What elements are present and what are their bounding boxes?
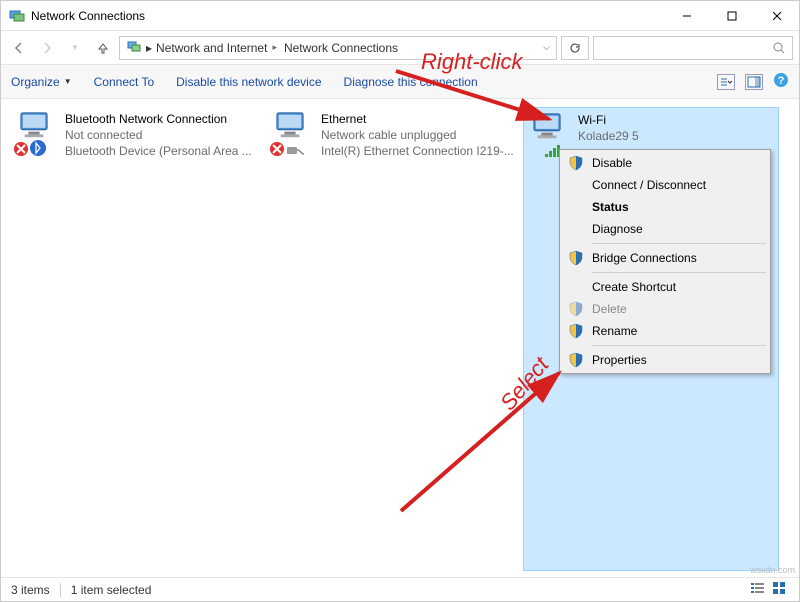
chevron-icon: ▸	[146, 41, 152, 55]
connection-name: Wi-Fi	[578, 112, 639, 128]
recent-dropdown[interactable]: ▾	[63, 36, 87, 60]
item-count: 3 items	[11, 583, 50, 597]
minimize-button[interactable]	[664, 1, 709, 30]
preview-pane-button[interactable]	[745, 74, 763, 90]
shield-icon	[568, 155, 584, 171]
close-button[interactable]	[754, 1, 799, 30]
ctx-delete: Delete	[562, 298, 768, 320]
diagnose-button[interactable]: Diagnose this connection	[344, 75, 478, 89]
address-bar: ▾ ▸ Network and Internet▸ Network Connec…	[1, 31, 799, 65]
connection-status: Kolade29 5	[578, 128, 639, 144]
connection-name: Bluetooth Network Connection	[65, 111, 252, 127]
ctx-bridge[interactable]: Bridge Connections	[562, 247, 768, 269]
ctx-properties[interactable]: Properties	[562, 349, 768, 371]
breadcrumb-segment[interactable]: Network Connections	[284, 41, 398, 55]
bluetooth-adapter-icon	[15, 111, 59, 155]
shield-icon	[568, 250, 584, 266]
breadcrumb[interactable]: ▸ Network and Internet▸ Network Connecti…	[119, 36, 557, 60]
svg-text:?: ?	[778, 75, 785, 87]
connection-device: Bluetooth Device (Personal Area ...	[65, 143, 252, 159]
ctx-create-shortcut[interactable]: Create Shortcut	[562, 276, 768, 298]
connection-device: Intel(R) Ethernet Connection I219-...	[321, 143, 514, 159]
command-bar: Organize▼ Connect To Disable this networ…	[1, 65, 799, 99]
details-view-button[interactable]	[749, 580, 767, 599]
shield-icon	[568, 323, 584, 339]
maximize-button[interactable]	[709, 1, 754, 30]
connection-name: Ethernet	[321, 111, 514, 127]
ctx-rename[interactable]: Rename	[562, 320, 768, 342]
app-icon	[9, 8, 25, 24]
search-input[interactable]	[593, 36, 793, 60]
selection-count: 1 item selected	[71, 583, 152, 597]
separator	[592, 272, 766, 273]
ctx-connect-disconnect[interactable]: Connect / Disconnect	[562, 174, 768, 196]
separator	[60, 583, 61, 597]
titlebar: Network Connections	[1, 1, 799, 31]
large-icons-view-button[interactable]	[771, 580, 789, 599]
context-menu: Disable Connect / Disconnect Status Diag…	[559, 149, 771, 374]
view-options-button[interactable]	[717, 74, 735, 90]
shield-icon	[568, 352, 584, 368]
separator	[592, 345, 766, 346]
back-button[interactable]	[7, 36, 31, 60]
chevron-down-icon[interactable]: ⌵	[543, 42, 550, 53]
connection-status: Not connected	[65, 127, 252, 143]
refresh-button[interactable]	[561, 36, 589, 60]
forward-button[interactable]	[35, 36, 59, 60]
ctx-disable[interactable]: Disable	[562, 152, 768, 174]
window-title: Network Connections	[31, 9, 664, 23]
separator	[592, 243, 766, 244]
up-button[interactable]	[91, 36, 115, 60]
window-controls	[664, 1, 799, 30]
location-icon	[126, 38, 142, 57]
connection-item-ethernet[interactable]: Ethernet Network cable unplugged Intel(R…	[267, 107, 523, 571]
ethernet-adapter-icon	[271, 111, 315, 155]
help-button[interactable]: ?	[773, 72, 789, 91]
breadcrumb-segment[interactable]: Network and Internet▸	[156, 41, 280, 55]
shield-icon	[568, 301, 584, 317]
search-icon	[772, 41, 786, 55]
disable-device-button[interactable]: Disable this network device	[176, 75, 321, 89]
watermark: wsxdn.com	[750, 565, 795, 575]
ctx-status[interactable]: Status	[562, 196, 768, 218]
connection-status: Network cable unplugged	[321, 127, 514, 143]
status-bar: 3 items 1 item selected	[1, 577, 799, 601]
connection-item-bluetooth[interactable]: Bluetooth Network Connection Not connect…	[11, 107, 267, 571]
connect-to-button[interactable]: Connect To	[94, 75, 155, 89]
ctx-diagnose[interactable]: Diagnose	[562, 218, 768, 240]
organize-menu[interactable]: Organize▼	[11, 75, 72, 89]
